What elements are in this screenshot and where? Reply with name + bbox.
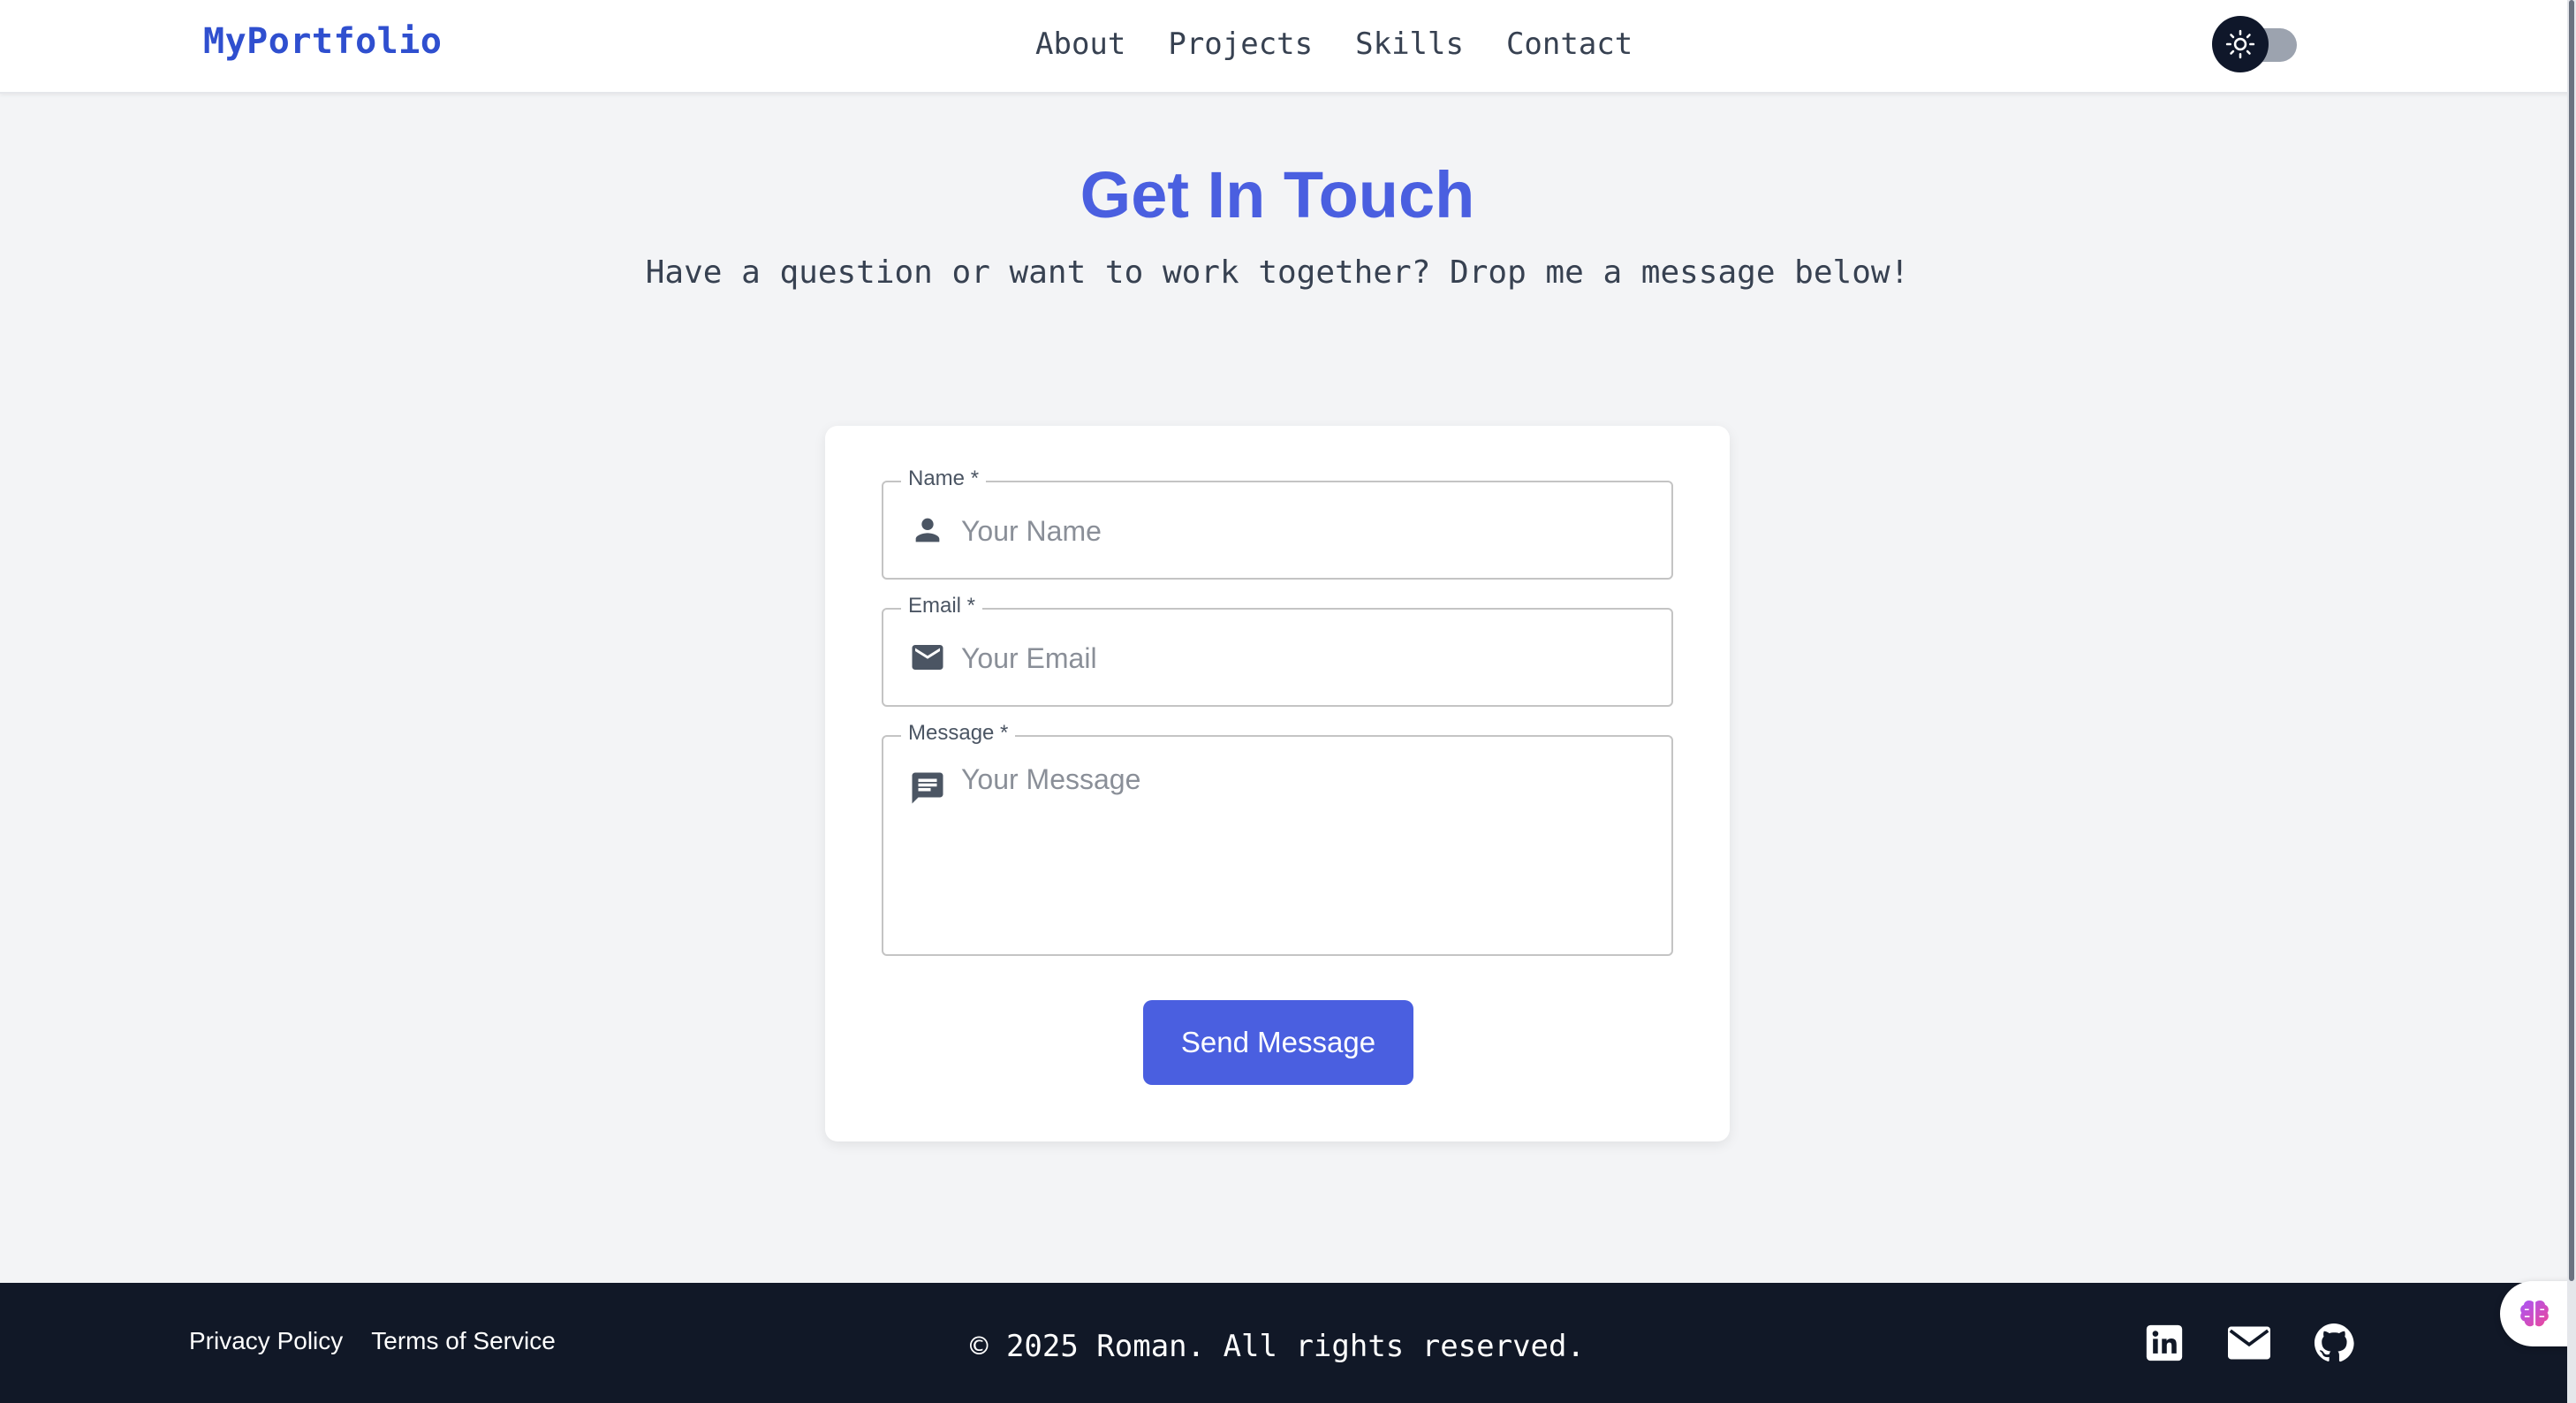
email-input[interactable] (961, 636, 1654, 680)
message-field: Message * (882, 721, 1673, 956)
email-icon[interactable] (2228, 1322, 2270, 1364)
theme-toggle[interactable] (2212, 14, 2297, 74)
name-input[interactable] (961, 509, 1654, 553)
page-subtitle: Have a question or want to work together… (645, 254, 1910, 291)
social-links (2143, 1322, 2355, 1364)
contact-form: Name * Email * Message * Send Message (825, 426, 1730, 1141)
toggle-knob (2212, 16, 2269, 72)
email-label: Email * (901, 594, 983, 618)
page-title: Get In Touch (1080, 158, 1475, 231)
name-label: Name * (901, 466, 987, 491)
name-field: Name * (882, 466, 1673, 580)
person-icon (908, 511, 947, 550)
navbar: MyPortfolio About Projects Skills Contac… (0, 0, 2576, 94)
footer: Privacy Policy Terms of Service © 2025 R… (0, 1283, 2576, 1403)
mail-icon (908, 638, 947, 677)
linkedin-icon[interactable] (2143, 1322, 2186, 1364)
nav-link-skills[interactable]: Skills (1355, 25, 1464, 64)
message-input[interactable] (961, 763, 1654, 940)
scrollbar-thumb[interactable] (2569, 0, 2574, 1281)
assistant-float-button[interactable] (2500, 1281, 2576, 1346)
brain-icon (2520, 1300, 2549, 1327)
brand-logo[interactable]: MyPortfolio (203, 21, 442, 62)
github-icon[interactable] (2313, 1322, 2355, 1364)
message-label: Message * (901, 721, 1016, 746)
send-message-button[interactable]: Send Message (1143, 1000, 1413, 1085)
nav-link-about[interactable]: About (1035, 25, 1125, 64)
nav-link-projects[interactable]: Projects (1168, 25, 1313, 64)
nav-links: About Projects Skills Contact (1035, 25, 1633, 64)
sun-icon (2225, 29, 2255, 59)
email-field: Email * (882, 594, 1673, 707)
message-icon (908, 769, 947, 808)
page: MyPortfolio About Projects Skills Contac… (0, 0, 2576, 1403)
nav-link-contact[interactable]: Contact (1506, 25, 1633, 64)
